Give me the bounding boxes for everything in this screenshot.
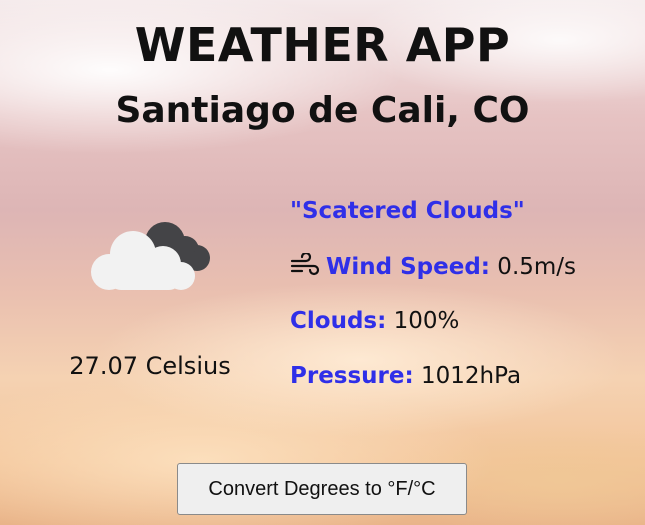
scattered-clouds-icon	[91, 222, 210, 290]
clouds-row: Clouds: 100%	[290, 308, 459, 334]
wind-speed-row: Wind Speed: 0.5m/s	[290, 253, 576, 280]
city-name: Santiago de Cali, CO	[115, 90, 530, 131]
clouds-value: 100%	[386, 308, 460, 334]
wind-speed-value: 0.5m/s	[490, 254, 577, 280]
pressure-value: 1012hPa	[413, 363, 522, 389]
convert-degrees-button[interactable]: Convert Degrees to °F/°C	[177, 463, 467, 515]
temperature-text: 27.07 Celsius	[69, 352, 231, 380]
weather-description: "Scatered Clouds"	[290, 198, 525, 224]
pressure-label: Pressure:	[290, 363, 414, 389]
clouds-label: Clouds:	[290, 308, 387, 334]
app-title: WEATHER APP	[134, 18, 511, 72]
pressure-row: Pressure: 1012hPa	[290, 363, 521, 389]
wind-icon	[290, 253, 320, 276]
wind-speed-label: Wind Speed:	[326, 254, 490, 280]
